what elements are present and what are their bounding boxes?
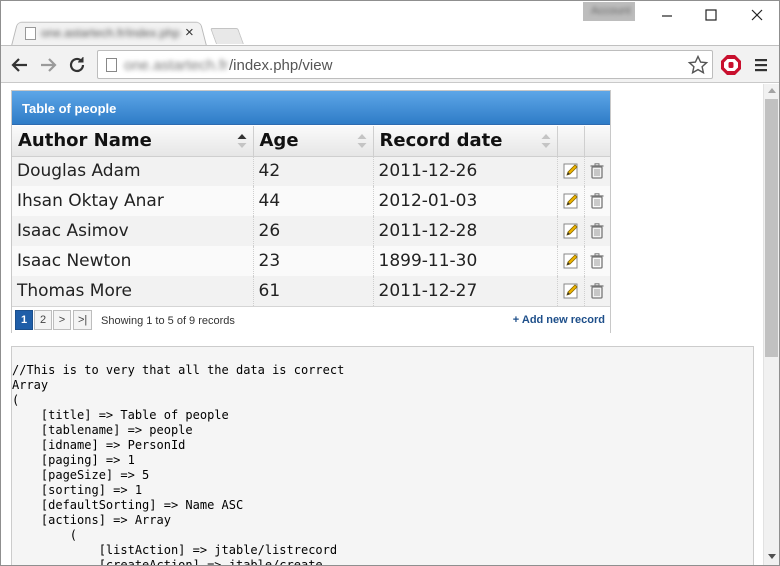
- column-header-label: Age: [259, 130, 299, 152]
- edit-pencil-icon[interactable]: [562, 281, 580, 301]
- cell-record-date: 2011-12-27: [373, 276, 558, 306]
- column-header-record-date[interactable]: Record date: [373, 126, 558, 157]
- sort-ascending-icon[interactable]: [237, 133, 247, 149]
- page-button-2[interactable]: 2: [34, 310, 52, 330]
- table-row[interactable]: Isaac Newton 23 1899-11-30: [12, 246, 610, 276]
- jtable-title: Table of people: [22, 101, 117, 116]
- delete-cell: [584, 276, 610, 306]
- scroll-down-arrow-icon[interactable]: [768, 554, 776, 559]
- active-tab[interactable]: one.astartech.fr/index.php ×: [19, 23, 203, 43]
- debug-output: //This is to very that all the data is c…: [11, 346, 754, 566]
- cell-author-name: Isaac Newton: [12, 246, 254, 276]
- cell-record-date: 2011-12-26: [373, 156, 558, 186]
- edit-cell: [557, 216, 585, 246]
- delete-cell: [584, 216, 610, 246]
- table-body: Douglas Adam 42 2011-12-26 Ihsan Oktay Anar…: [12, 156, 610, 306]
- cell-record-date: 2012-01-03: [373, 186, 558, 216]
- edit-cell: [557, 186, 585, 216]
- cell-record-date: 2011-12-28: [373, 216, 558, 246]
- url-host: one.astartech.fr: [124, 57, 229, 74]
- forward-arrow-icon[interactable]: [37, 54, 59, 76]
- paging-info: Showing 1 to 5 of 9 records: [101, 315, 235, 327]
- sort-icon[interactable]: [357, 133, 367, 149]
- cell-author-name: Ihsan Oktay Anar: [12, 186, 254, 216]
- page-favicon-icon: [25, 27, 36, 40]
- trash-icon[interactable]: [588, 251, 606, 271]
- browser-window: one.astartech.fr/index.php × Account one…: [0, 0, 780, 566]
- profile-label: Account: [591, 5, 631, 17]
- people-jtable: Table of people Author Name Age Record d…: [11, 90, 611, 333]
- column-header-label: Record date: [379, 130, 503, 152]
- table-row[interactable]: Douglas Adam 42 2011-12-26: [12, 156, 610, 186]
- table-header-row: Author Name Age Record date: [12, 126, 610, 157]
- next-page-button[interactable]: >: [53, 310, 71, 330]
- edit-pencil-icon[interactable]: [562, 251, 580, 271]
- column-header-age[interactable]: Age: [253, 126, 374, 157]
- trash-icon[interactable]: [588, 191, 606, 211]
- people-table: Author Name Age Record date Douglas Adam…: [12, 126, 610, 306]
- trash-icon[interactable]: [588, 221, 606, 241]
- cell-author-name: Douglas Adam: [12, 156, 254, 186]
- trash-icon[interactable]: [588, 281, 606, 301]
- scroll-up-arrow-icon[interactable]: [768, 88, 776, 93]
- last-page-button[interactable]: >|: [73, 310, 93, 330]
- column-header-edit: [557, 126, 585, 157]
- vertical-scrollbar[interactable]: [763, 84, 779, 565]
- page-viewport: Table of people Author Name Age Record d…: [1, 84, 763, 566]
- cell-age: 61: [253, 276, 374, 306]
- edit-cell: [557, 246, 585, 276]
- edit-pencil-icon[interactable]: [562, 221, 580, 241]
- add-new-record-link[interactable]: + Add new record: [513, 314, 605, 326]
- edit-pencil-icon[interactable]: [562, 161, 580, 181]
- cell-age: 26: [253, 216, 374, 246]
- column-header-author-name[interactable]: Author Name: [12, 126, 254, 157]
- table-row[interactable]: Ihsan Oktay Anar 44 2012-01-03: [12, 186, 610, 216]
- profile-button[interactable]: Account: [583, 2, 635, 21]
- edit-cell: [557, 156, 585, 186]
- cell-record-date: 1899-11-30: [373, 246, 558, 276]
- reload-icon[interactable]: [66, 54, 88, 76]
- new-tab-button[interactable]: [210, 28, 244, 44]
- page-info-icon[interactable]: [106, 58, 117, 72]
- title-bar: one.astartech.fr/index.php × Account: [1, 1, 779, 46]
- delete-cell: [584, 186, 610, 216]
- scrollbar-thumb[interactable]: [765, 99, 778, 357]
- sort-icon[interactable]: [541, 133, 551, 149]
- jtable-footer: 1 2 > >| Showing 1 to 5 of 9 records + A…: [12, 306, 610, 333]
- delete-cell: [584, 156, 610, 186]
- stop-hand-icon[interactable]: [720, 54, 742, 76]
- minimize-icon[interactable]: [653, 5, 681, 25]
- cell-author-name: Isaac Asimov: [12, 216, 254, 246]
- column-header-delete: [584, 126, 610, 157]
- page-button-1[interactable]: 1: [15, 310, 33, 330]
- jtable-title-bar: Table of people: [12, 91, 610, 125]
- bookmark-star-icon[interactable]: [687, 54, 709, 76]
- url-path: /index.php/view: [229, 57, 333, 74]
- tab-title: one.astartech.fr/index.php: [41, 26, 180, 40]
- trash-icon[interactable]: [588, 161, 606, 181]
- maximize-icon[interactable]: [697, 5, 725, 25]
- cell-age: 44: [253, 186, 374, 216]
- column-header-label: Author Name: [18, 130, 152, 152]
- tab-close-icon[interactable]: ×: [185, 23, 194, 43]
- edit-pencil-icon[interactable]: [562, 191, 580, 211]
- delete-cell: [584, 246, 610, 276]
- browser-toolbar: one.astartech.fr /index.php/view: [1, 45, 779, 83]
- edit-cell: [557, 276, 585, 306]
- back-arrow-icon[interactable]: [9, 54, 31, 76]
- table-row[interactable]: Isaac Asimov 26 2011-12-28: [12, 216, 610, 246]
- table-row[interactable]: Thomas More 61 2011-12-27: [12, 276, 610, 306]
- address-bar[interactable]: one.astartech.fr /index.php/view: [97, 50, 713, 79]
- cell-author-name: Thomas More: [12, 276, 254, 306]
- close-icon[interactable]: [743, 5, 771, 25]
- cell-age: 42: [253, 156, 374, 186]
- debug-text: //This is to very that all the data is c…: [12, 363, 345, 566]
- cell-age: 23: [253, 246, 374, 276]
- hamburger-menu-icon[interactable]: [753, 56, 769, 74]
